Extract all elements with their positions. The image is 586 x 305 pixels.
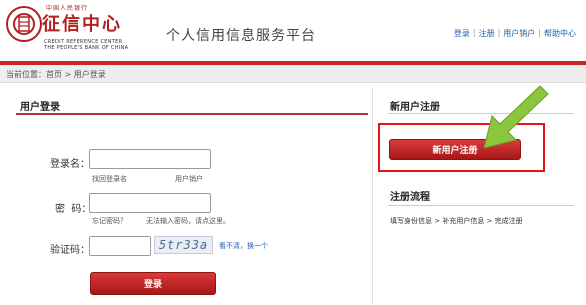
logo-title: 征信中心 <box>42 14 122 35</box>
find-username-link[interactable]: 找回登录名 <box>92 174 127 184</box>
logo-english-line2: THE PEOPLE'S BANK OF CHINA <box>44 45 129 51</box>
captcha-input[interactable] <box>89 236 151 256</box>
register-flow-underline <box>388 205 574 206</box>
username-label: 登录名： <box>50 159 90 170</box>
cancel-account-link[interactable]: 用户销户 <box>175 174 203 184</box>
password-label: 密 码： <box>55 204 92 215</box>
nav-register-link[interactable]: 注册 <box>479 28 495 39</box>
cannot-input-password-link[interactable]: 无法输入密码，请点这里。 <box>146 216 230 226</box>
captcha-label: 验证码： <box>50 245 90 256</box>
nav-help-link[interactable]: 帮助中心 <box>544 28 576 39</box>
login-panel-title: 用户登录 <box>20 102 60 113</box>
login-title-underline <box>16 113 368 115</box>
register-panel-title: 新用户注册 <box>390 102 440 113</box>
logo-emblem-icon <box>6 6 42 42</box>
nav-separator: | <box>497 28 501 37</box>
nav-separator: | <box>538 28 541 37</box>
captcha-refresh-link[interactable]: 看不清，换一个 <box>219 241 268 251</box>
register-flow-title: 注册流程 <box>390 192 430 203</box>
password-input[interactable] <box>89 193 211 213</box>
breadcrumb: 当前位置：首页 > 用户登录 <box>6 70 106 79</box>
login-button[interactable]: 登录 <box>90 272 216 295</box>
captcha-image[interactable]: 5tr33a <box>154 236 213 254</box>
panel-divider <box>372 88 373 305</box>
forgot-password-link[interactable]: 忘记密码？ <box>92 216 127 226</box>
nav-login-link[interactable]: 登录 <box>454 28 470 39</box>
nav-separator: | <box>472 28 476 37</box>
register-flow-steps: 填写身份信息 > 补充用户信息 > 完成注册 <box>390 217 523 225</box>
platform-title: 个人信用信息服务平台 <box>166 28 316 44</box>
nav-cancel-account-link[interactable]: 用户销户 <box>503 28 535 39</box>
pointer-arrow-icon <box>483 85 549 149</box>
username-input[interactable] <box>89 149 211 169</box>
top-nav: 登录 | 注册 | 用户销户 | 帮助中心 <box>454 28 576 39</box>
